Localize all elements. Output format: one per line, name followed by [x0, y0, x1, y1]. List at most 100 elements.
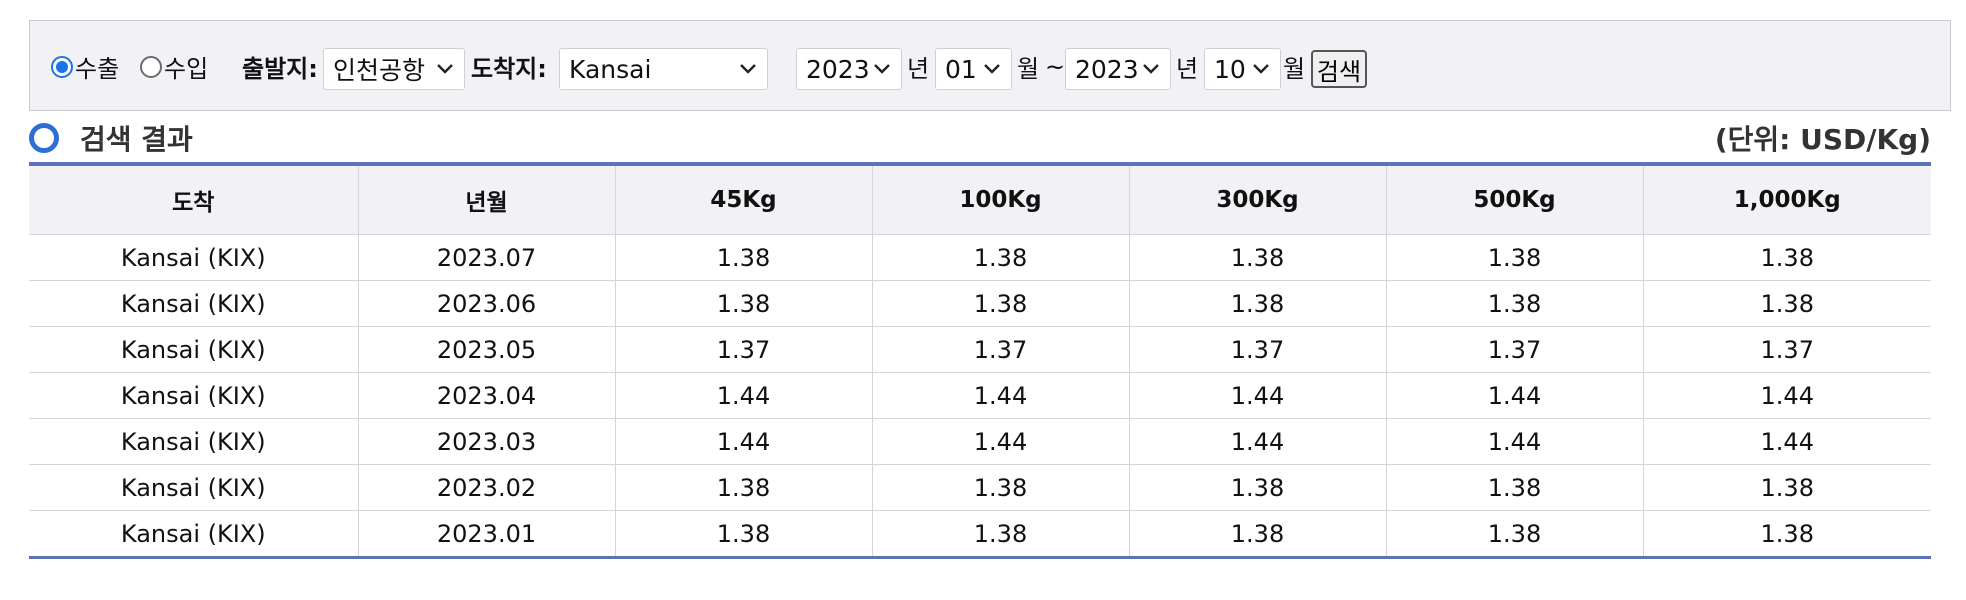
to-month-suffix: 월	[1283, 55, 1306, 83]
cell-destination: Kansai (KIX)	[29, 326, 359, 373]
cell-rate-45kg: 1.38	[614, 234, 873, 281]
cell-rate-100kg: 1.44	[871, 418, 1130, 465]
cell-rate-1000kg: 1.44	[1642, 372, 1931, 419]
cell-rate-100kg: 1.44	[871, 372, 1130, 419]
radio-export[interactable]: 수출	[51, 21, 119, 112]
col-header-destination: 도착	[29, 164, 359, 235]
cell-rate-45kg: 1.38	[614, 464, 873, 511]
cell-rate-1000kg: 1.38	[1642, 234, 1931, 281]
cell-rate-45kg: 1.44	[614, 418, 873, 465]
cell-year-month: 2023.05	[357, 326, 616, 373]
cell-year-month: 2023.03	[357, 418, 616, 465]
cell-year-month: 2023.04	[357, 372, 616, 419]
cell-rate-300kg: 1.38	[1128, 280, 1387, 327]
to-year-suffix: 년	[1176, 55, 1199, 83]
cell-rate-1000kg: 1.44	[1642, 418, 1931, 465]
cell-rate-45kg: 1.44	[614, 372, 873, 419]
to-year-select[interactable]: 2023	[1065, 48, 1171, 90]
table-header-row: 도착 년월 45Kg 100Kg 300Kg 500Kg 1,000Kg	[29, 164, 1931, 235]
cell-rate-300kg: 1.37	[1128, 326, 1387, 373]
cell-year-month: 2023.06	[357, 280, 616, 327]
table-row: Kansai (KIX) 2023.06 1.38 1.38 1.38 1.38…	[29, 280, 1931, 327]
table-row: Kansai (KIX) 2023.07 1.38 1.38 1.38 1.38…	[29, 234, 1931, 281]
radio-export-label: 수출	[75, 55, 120, 83]
chevron-down-icon	[1253, 64, 1269, 74]
col-header-100kg: 100Kg	[871, 164, 1130, 235]
table-row: Kansai (KIX) 2023.05 1.37 1.37 1.37 1.37…	[29, 326, 1931, 373]
cell-rate-45kg: 1.37	[614, 326, 873, 373]
cell-rate-45kg: 1.38	[614, 510, 873, 558]
cell-rate-100kg: 1.38	[871, 464, 1130, 511]
search-button[interactable]: 검색	[1311, 50, 1367, 88]
chevron-down-icon	[874, 64, 890, 74]
unit-label: (단위: USD/Kg)	[1714, 123, 1931, 156]
cell-year-month: 2023.02	[357, 464, 616, 511]
origin-select[interactable]: 인천공항	[323, 48, 465, 90]
destination-select[interactable]: Kansai	[559, 48, 768, 90]
chevron-down-icon	[1143, 64, 1159, 74]
results-title: 검색 결과	[80, 123, 193, 156]
to-month-value: 10	[1214, 54, 1246, 84]
cell-rate-300kg: 1.38	[1128, 464, 1387, 511]
chevron-down-icon	[740, 64, 756, 74]
cell-rate-45kg: 1.38	[614, 280, 873, 327]
cell-rate-100kg: 1.38	[871, 234, 1130, 281]
cell-destination: Kansai (KIX)	[29, 372, 359, 419]
cell-destination: Kansai (KIX)	[29, 464, 359, 511]
circle-icon	[29, 123, 59, 153]
col-header-year-month: 년월	[357, 164, 616, 235]
cell-destination: Kansai (KIX)	[29, 418, 359, 465]
table-row: Kansai (KIX) 2023.01 1.38 1.38 1.38 1.38…	[29, 510, 1931, 558]
from-year-value: 2023	[806, 54, 870, 84]
range-separator: ~	[1045, 52, 1066, 81]
col-header-500kg: 500Kg	[1385, 164, 1644, 235]
radio-import-label: 수입	[164, 55, 209, 83]
cell-rate-300kg: 1.44	[1128, 418, 1387, 465]
search-filter-bar: 수출 수입 출발지: 인천공항 도착지: Kansai 2023 년 01 월 …	[29, 20, 1951, 111]
table-row: Kansai (KIX) 2023.03 1.44 1.44 1.44 1.44…	[29, 418, 1931, 465]
cell-rate-1000kg: 1.37	[1642, 326, 1931, 373]
cell-rate-500kg: 1.38	[1385, 464, 1644, 511]
cell-rate-500kg: 1.38	[1385, 234, 1644, 281]
col-header-45kg: 45Kg	[614, 164, 873, 235]
cell-rate-500kg: 1.38	[1385, 510, 1644, 558]
cell-destination: Kansai (KIX)	[29, 234, 359, 281]
cell-rate-100kg: 1.38	[871, 280, 1130, 327]
cell-rate-300kg: 1.38	[1128, 234, 1387, 281]
radio-import-indicator[interactable]	[140, 55, 162, 78]
cell-rate-100kg: 1.37	[871, 326, 1130, 373]
cell-rate-300kg: 1.38	[1128, 510, 1387, 558]
destination-label: 도착지:	[471, 55, 547, 83]
to-month-select[interactable]: 10	[1204, 48, 1281, 90]
table-row: Kansai (KIX) 2023.04 1.44 1.44 1.44 1.44…	[29, 372, 1931, 419]
from-year-select[interactable]: 2023	[796, 48, 902, 90]
col-header-300kg: 300Kg	[1128, 164, 1387, 235]
col-header-1000kg: 1,000Kg	[1642, 164, 1931, 235]
table-row: Kansai (KIX) 2023.02 1.38 1.38 1.38 1.38…	[29, 464, 1931, 511]
from-month-select[interactable]: 01	[935, 48, 1012, 90]
cell-rate-500kg: 1.44	[1385, 372, 1644, 419]
cell-rate-500kg: 1.44	[1385, 418, 1644, 465]
cell-rate-500kg: 1.38	[1385, 280, 1644, 327]
cell-destination: Kansai (KIX)	[29, 510, 359, 558]
cell-rate-1000kg: 1.38	[1642, 280, 1931, 327]
cell-rate-1000kg: 1.38	[1642, 510, 1931, 558]
cell-rate-100kg: 1.38	[871, 510, 1130, 558]
destination-select-value: Kansai	[569, 54, 652, 84]
results-table: 도착 년월 45Kg 100Kg 300Kg 500Kg 1,000Kg Kan…	[29, 162, 1931, 559]
cell-year-month: 2023.07	[357, 234, 616, 281]
cell-rate-500kg: 1.37	[1385, 326, 1644, 373]
to-year-value: 2023	[1075, 54, 1139, 84]
radio-export-indicator[interactable]	[51, 55, 73, 78]
from-month-value: 01	[945, 54, 977, 84]
from-year-suffix: 년	[907, 55, 930, 83]
origin-label: 출발지:	[242, 55, 318, 83]
cell-rate-1000kg: 1.38	[1642, 464, 1931, 511]
cell-year-month: 2023.01	[357, 510, 616, 558]
radio-import[interactable]: 수입	[140, 21, 208, 112]
cell-destination: Kansai (KIX)	[29, 280, 359, 327]
origin-select-value: 인천공항	[333, 56, 426, 85]
chevron-down-icon	[437, 64, 453, 74]
from-month-suffix: 월	[1017, 55, 1040, 83]
cell-rate-300kg: 1.44	[1128, 372, 1387, 419]
